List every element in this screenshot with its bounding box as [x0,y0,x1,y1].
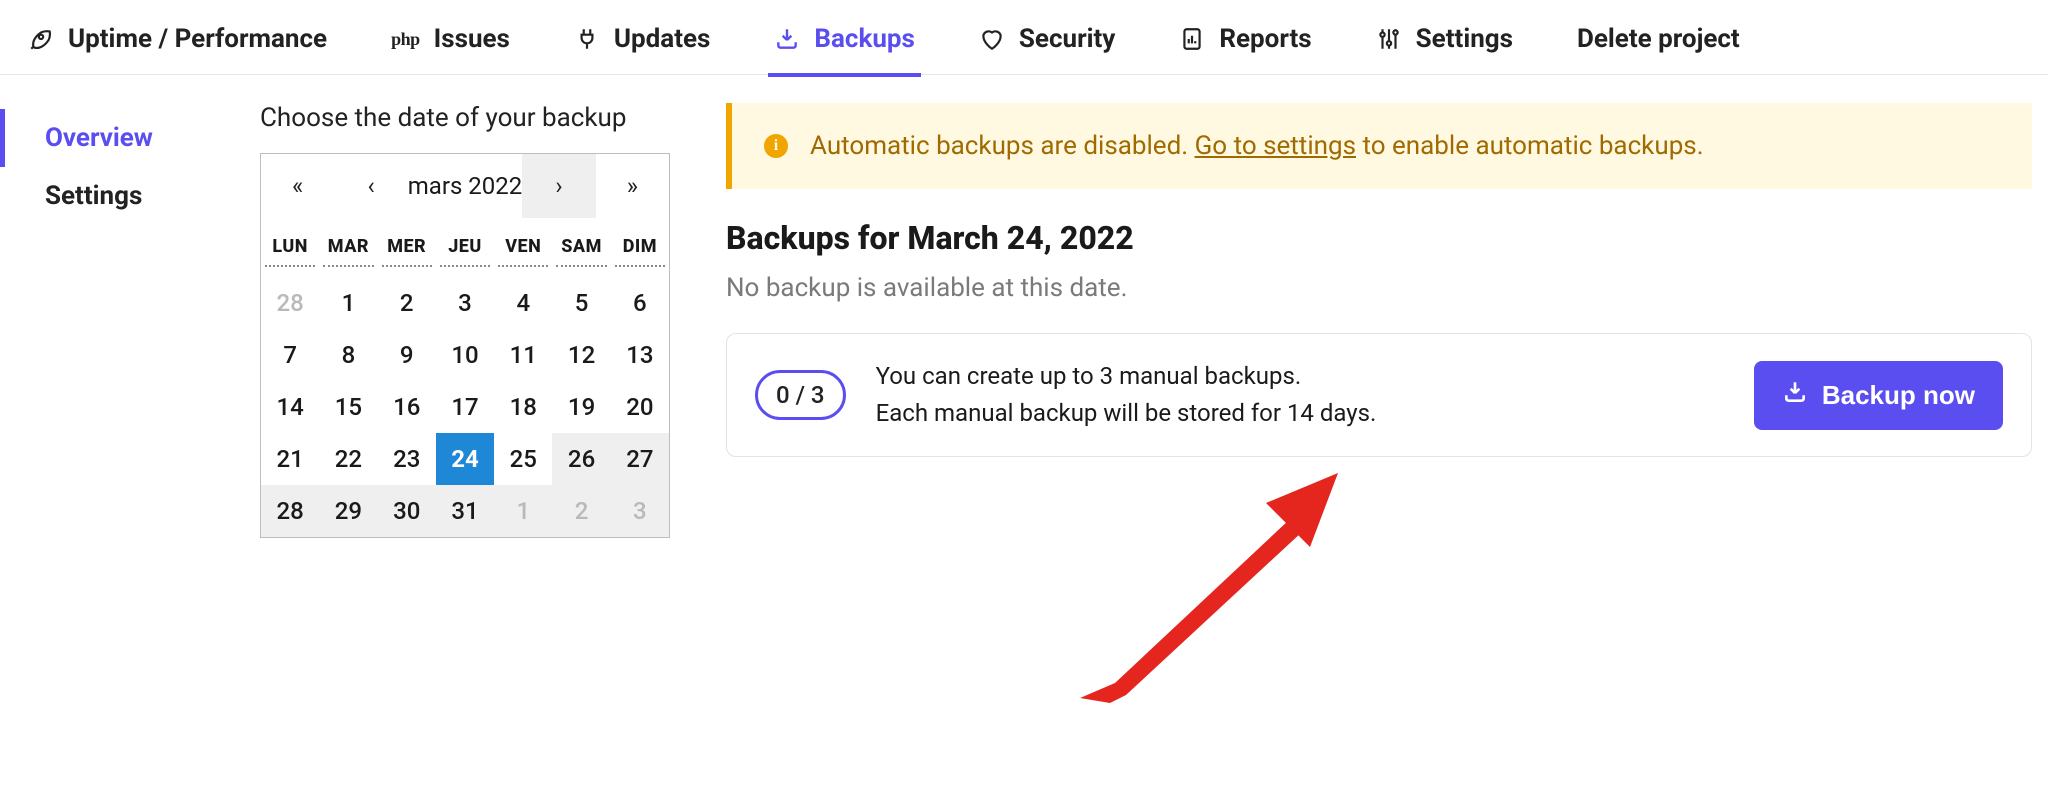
backup-content: i Automatic backups are disabled. Go to … [700,103,2032,538]
nav-settings[interactable]: Settings [1376,24,1513,76]
sidebar-item-settings[interactable]: Settings [0,167,260,225]
nav-backups[interactable]: Backups [774,24,914,76]
card-text: You can create up to 3 manual backups. E… [876,358,1724,432]
calendar-prev-month[interactable]: ‹ [334,154,407,218]
calendar: « ‹ mars 2022 › » LUNMARMERJEUVENSAMDIM 2… [260,153,670,538]
backup-now-button[interactable]: Backup now [1754,361,2003,430]
calendar-day[interactable]: 15 [319,381,377,433]
alert-settings-link[interactable]: Go to settings [1195,131,1356,161]
calendar-day[interactable]: 31 [436,485,494,537]
calendar-day[interactable]: 28 [261,485,319,537]
calendar-day[interactable]: 1 [319,277,377,329]
php-icon: php [391,29,420,50]
nav-updates-label: Updates [614,24,711,54]
calendar-day[interactable]: 7 [261,329,319,381]
calendar-day[interactable]: 13 [611,329,669,381]
sliders-icon [1376,26,1402,52]
calendar-prev-year[interactable]: « [261,154,334,218]
manual-backup-card: 0 / 3 You can create up to 3 manual back… [726,333,2032,457]
rocket-icon [28,26,54,52]
calendar-day[interactable]: 25 [494,433,552,485]
nav-delete-project[interactable]: Delete project [1577,24,1740,76]
alert-text: Automatic backups are disabled. Go to se… [810,131,1704,161]
sidebar: Overview Settings [0,103,260,538]
sidebar-item-overview[interactable]: Overview [0,109,260,167]
backup-count-pill: 0 / 3 [755,370,846,420]
calendar-dow: MAR [323,218,373,267]
calendar-day[interactable]: 28 [261,277,319,329]
calendar-grid: LUNMARMERJEUVENSAMDIM2812345678910111213… [261,218,669,537]
calendar-day[interactable]: 27 [611,433,669,485]
alert-banner: i Automatic backups are disabled. Go to … [726,103,2032,189]
annotation-arrow [1080,473,1340,703]
nav-backups-label: Backups [814,24,914,54]
calendar-next-month[interactable]: › [522,154,595,218]
plug-icon [574,26,600,52]
top-nav: Uptime / Performance php Issues Updates … [0,0,2048,75]
calendar-day[interactable]: 6 [611,277,669,329]
calendar-day[interactable]: 11 [494,329,552,381]
calendar-section: Choose the date of your backup « ‹ mars … [260,103,700,538]
nav-reports-label: Reports [1219,24,1311,54]
heart-icon [979,26,1005,52]
nav-security[interactable]: Security [979,24,1115,76]
nav-uptime-label: Uptime / Performance [68,24,327,54]
nav-security-label: Security [1019,24,1115,54]
info-icon: i [764,134,788,158]
calendar-next-year[interactable]: » [596,154,669,218]
calendar-day[interactable]: 23 [378,433,436,485]
nav-issues-label: Issues [434,24,510,54]
calendar-day[interactable]: 2 [552,485,610,537]
calendar-day[interactable]: 1 [494,485,552,537]
nav-reports[interactable]: Reports [1179,24,1311,76]
empty-state-text: No backup is available at this date. [726,273,2032,303]
calendar-dow: LUN [265,218,315,267]
calendar-title: Choose the date of your backup [260,103,700,133]
section-title: Backups for March 24, 2022 [726,219,2032,257]
calendar-day[interactable]: 12 [552,329,610,381]
nav-delete-label: Delete project [1577,24,1740,54]
calendar-day[interactable]: 3 [436,277,494,329]
calendar-dow: DIM [615,218,665,267]
calendar-day[interactable]: 10 [436,329,494,381]
nav-settings-label: Settings [1416,24,1513,54]
backup-icon [774,26,800,52]
calendar-day[interactable]: 5 [552,277,610,329]
calendar-day[interactable]: 29 [319,485,377,537]
calendar-day[interactable]: 9 [378,329,436,381]
calendar-day[interactable]: 4 [494,277,552,329]
calendar-day[interactable]: 14 [261,381,319,433]
calendar-day[interactable]: 20 [611,381,669,433]
calendar-day[interactable]: 21 [261,433,319,485]
nav-issues[interactable]: php Issues [391,24,510,76]
nav-updates[interactable]: Updates [574,24,711,76]
calendar-month-label: mars 2022 [408,154,523,218]
calendar-day[interactable]: 16 [378,381,436,433]
calendar-dow: VEN [498,218,548,267]
calendar-day[interactable]: 17 [436,381,494,433]
calendar-dow: JEU [440,218,490,267]
calendar-dow: SAM [556,218,606,267]
calendar-day[interactable]: 2 [378,277,436,329]
backup-icon [1782,379,1808,412]
calendar-day[interactable]: 24 [436,433,494,485]
calendar-day[interactable]: 18 [494,381,552,433]
calendar-day[interactable]: 8 [319,329,377,381]
backup-now-label: Backup now [1822,380,1975,411]
calendar-day[interactable]: 22 [319,433,377,485]
report-icon [1179,26,1205,52]
calendar-day[interactable]: 30 [378,485,436,537]
calendar-day[interactable]: 26 [552,433,610,485]
calendar-day[interactable]: 3 [611,485,669,537]
nav-uptime[interactable]: Uptime / Performance [28,24,327,76]
calendar-day[interactable]: 19 [552,381,610,433]
calendar-dow: MER [382,218,432,267]
calendar-header: « ‹ mars 2022 › » [261,154,669,218]
